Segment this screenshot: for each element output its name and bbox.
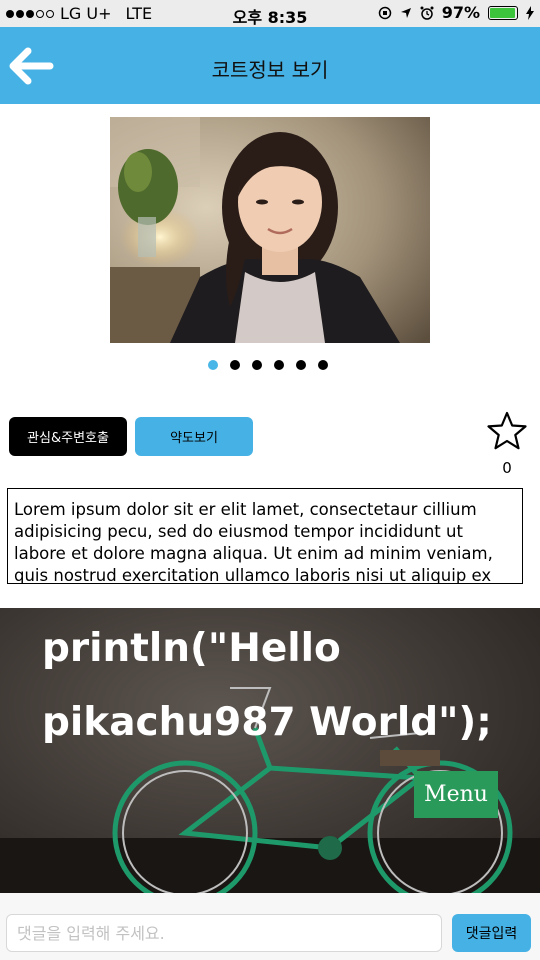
alarm-icon — [420, 6, 434, 20]
comment-bar: 댓글입력 — [0, 893, 540, 960]
location-arrow-icon — [400, 7, 411, 18]
page-title: 코트정보 보기 — [211, 58, 329, 82]
portrait-photo-image — [110, 117, 430, 343]
menu-button[interactable]: Menu — [414, 771, 498, 818]
status-bar: LG U+ LTE 오후 8:35 97% — [0, 0, 540, 27]
pager-dot[interactable] — [296, 360, 306, 370]
comment-submit-button[interactable]: 댓글입력 — [452, 914, 531, 952]
battery-percent: 97% — [441, 3, 480, 22]
favorite-count: 0 — [502, 459, 512, 477]
comment-input[interactable] — [6, 914, 442, 952]
pager-dot[interactable] — [274, 360, 284, 370]
promo-banner: println("Hello pikachu987 World"); Menu — [0, 608, 540, 893]
court-photo[interactable] — [110, 117, 430, 343]
banner-code-line-2: pikachu987 World"); — [42, 700, 492, 745]
pager-dot[interactable] — [230, 360, 240, 370]
interest-call-button[interactable]: 관심&주변호출 — [9, 417, 127, 456]
pager-dot[interactable] — [318, 360, 328, 370]
favorite-button[interactable] — [486, 410, 528, 452]
rotation-lock-icon — [378, 6, 391, 19]
star-icon — [487, 411, 527, 450]
view-map-button[interactable]: 약도보기 — [135, 417, 253, 456]
court-description: Lorem ipsum dolor sit er elit lamet, con… — [7, 488, 523, 584]
status-right: 97% — [378, 3, 534, 22]
banner-code-line-1: println("Hello — [42, 626, 341, 671]
pager-dot[interactable] — [252, 360, 262, 370]
battery-icon — [488, 5, 518, 20]
nav-header: 코트정보 보기 — [0, 27, 540, 104]
gallery-pager — [208, 360, 328, 370]
charging-bolt-icon — [526, 5, 534, 20]
pager-dot-active[interactable] — [208, 360, 218, 370]
